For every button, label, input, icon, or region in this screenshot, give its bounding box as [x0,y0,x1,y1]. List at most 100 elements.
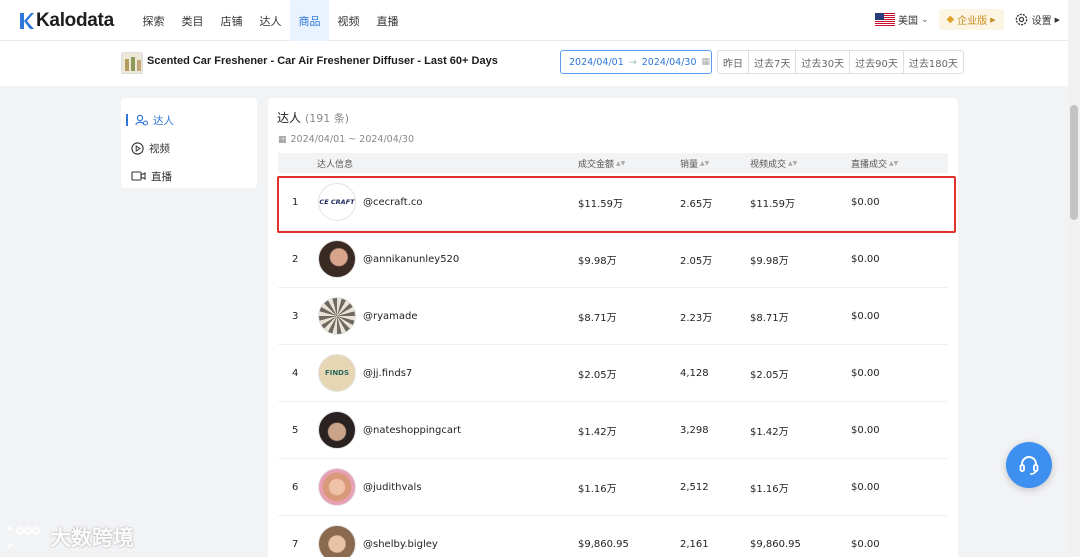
sort-icon[interactable]: ▲▼ [616,160,625,167]
side-item-videos[interactable]: 视频 [121,134,257,162]
avatar[interactable] [318,240,356,278]
header-video-gmv[interactable]: 视频成交 ▲▼ [750,157,797,170]
nav-item-explore[interactable]: 探索 [134,0,173,41]
header-gmv[interactable]: 成交金额 ▲▼ [578,157,625,170]
nav-item-live[interactable]: 直播 [368,0,407,41]
product-title: Scented Car Freshener - Car Air Freshene… [147,55,498,67]
creator-handle[interactable]: @shelby.bigley [363,516,438,557]
settings-menu[interactable]: 设置 ▶ [1014,12,1060,27]
creator-handle[interactable]: @nateshoppingcart [363,402,461,458]
video-gmv-value: $2.05万 [750,369,789,381]
header-sales[interactable]: 销量 ▲▼ [680,157,709,170]
header-creator-label: 达人信息 [317,160,354,170]
sales-value: 2.23万 [680,312,713,324]
table-row[interactable]: 2 @annikanunley520 $9.98万 2.05万 $9.98万 $… [278,231,948,288]
sales-value: 2,512 [680,481,709,493]
sales-value: 3,298 [680,424,709,436]
gmv-value: $1.42万 [578,426,617,438]
live-gmv-value: $0.00 [851,481,880,493]
avatar[interactable]: FINDS [318,354,356,392]
rank: 6 [292,481,299,493]
live-gmv-value: $0.00 [851,367,880,379]
main-nav: 探索 类目 店铺 达人 商品 视频 直播 [134,0,407,41]
result-count: (191 条) [305,112,350,125]
side-item-creators[interactable]: 达人 [121,106,257,134]
header-live-gmv-label: 直播成交 [851,160,888,170]
headset-icon [1019,456,1039,475]
side-menu: 达人 视频 直播 [121,98,257,188]
header-live-gmv[interactable]: 直播成交 ▲▼ [851,157,898,170]
video-camera-icon [131,171,146,181]
gear-icon [1015,13,1027,26]
table-row[interactable]: 3 @ryamade $8.71万 2.23万 $8.71万 $0.00 [278,288,948,345]
scrollbar-thumb[interactable] [1070,105,1078,220]
gmv-value: $8.71万 [578,312,617,324]
table-row[interactable]: 6 @judithvals $1.16万 2,512 $1.16万 $0.00 [278,459,948,516]
brand-name: Kalodata [36,10,114,31]
sort-icon[interactable]: ▲▼ [788,160,797,167]
quick-range-7d[interactable]: 过去7天 [749,51,797,73]
avatar[interactable] [318,297,356,335]
caret-right-icon: ▶ [990,15,996,24]
creator-handle[interactable]: @jj.finds7 [363,345,412,401]
nav-item-shop[interactable]: 店铺 [212,0,251,41]
gmv-value: $9.98万 [578,255,617,267]
avatar[interactable] [318,525,356,557]
page-scrollbar[interactable] [1068,0,1080,557]
brand-logo[interactable]: Kalodata [18,10,114,32]
panel-title-text: 达人 [277,111,302,125]
nav-item-category[interactable]: 类目 [173,0,212,41]
table-row[interactable]: 7 @shelby.bigley $9,860.95 2,161 $9,860.… [278,516,948,557]
video-gmv-value: $1.16万 [750,483,789,495]
avatar-wrap: FINDS [318,345,356,401]
watermark-logo-icon [8,526,40,548]
side-item-live[interactable]: 直播 [121,162,257,190]
watermark-text: 大数跨境 [50,526,134,550]
product-header: Scented Car Freshener - Car Air Freshene… [0,41,1068,86]
product-thumbnail [121,52,143,74]
calendar-icon: ▦ [701,57,711,67]
date-start: 2024/04/01 [569,56,624,68]
diamond-icon: ◆ [946,14,955,25]
table-row[interactable]: 5 @nateshoppingcart $1.42万 3,298 $1.42万 … [278,402,948,459]
avatar[interactable] [318,411,356,449]
rank: 5 [292,424,299,436]
nav-item-video[interactable]: 视频 [329,0,368,41]
quick-range-180d[interactable]: 过去180天 [904,51,963,73]
chevron-down-icon: ⌄ [920,14,929,25]
quick-range-30d[interactable]: 过去30天 [796,51,851,73]
creators-panel: 达人 (191 条) ▦ 2024/04/01 ~ 2024/04/30 达人信息… [268,98,958,557]
gmv-value: $2.05万 [578,369,617,381]
rank: 3 [292,310,299,322]
sort-icon[interactable]: ▲▼ [889,160,898,167]
enterprise-badge[interactable]: ◆ 企业版 ▶ [938,9,1004,30]
panel-date-text: 2024/04/01 ~ 2024/04/30 [290,134,415,145]
avatar-wrap [318,459,356,515]
creator-handle[interactable]: @ryamade [363,288,418,344]
caret-right-icon: ▶ [1054,15,1060,24]
watermark: 大数跨境 [8,522,134,552]
nav-item-creator[interactable]: 达人 [251,0,290,41]
customer-support-button[interactable] [1006,442,1052,488]
side-item-label: 视频 [149,142,170,155]
panel-date: ▦ 2024/04/01 ~ 2024/04/30 [278,134,414,145]
region-selector[interactable]: 美国 ⌄ [874,12,929,27]
live-gmv-value: $0.00 [851,310,880,322]
nav-item-product[interactable]: 商品 [290,0,329,41]
date-range-picker[interactable]: 2024/04/01 → 2024/04/30 ▦ [560,50,712,74]
play-icon [131,141,144,155]
video-gmv-value: $1.42万 [750,426,789,438]
quick-range-yesterday[interactable]: 昨日 [718,51,749,73]
avatar[interactable] [318,468,356,506]
table-row[interactable]: 4 FINDS @jj.finds7 $2.05万 4,128 $2.05万 $… [278,345,948,402]
sort-icon[interactable]: ▲▼ [700,160,709,167]
region-label: 美国 [897,16,918,27]
creator-handle[interactable]: @annikanunley520 [363,231,459,287]
sales-value: 2.05万 [680,255,713,267]
rank: 2 [292,253,299,265]
quick-range-90d[interactable]: 过去90天 [850,51,904,73]
header-gmv-label: 成交金额 [578,160,615,170]
sales-value: 2,161 [680,538,709,550]
creator-icon [135,114,148,126]
creator-handle[interactable]: @judithvals [363,459,422,515]
